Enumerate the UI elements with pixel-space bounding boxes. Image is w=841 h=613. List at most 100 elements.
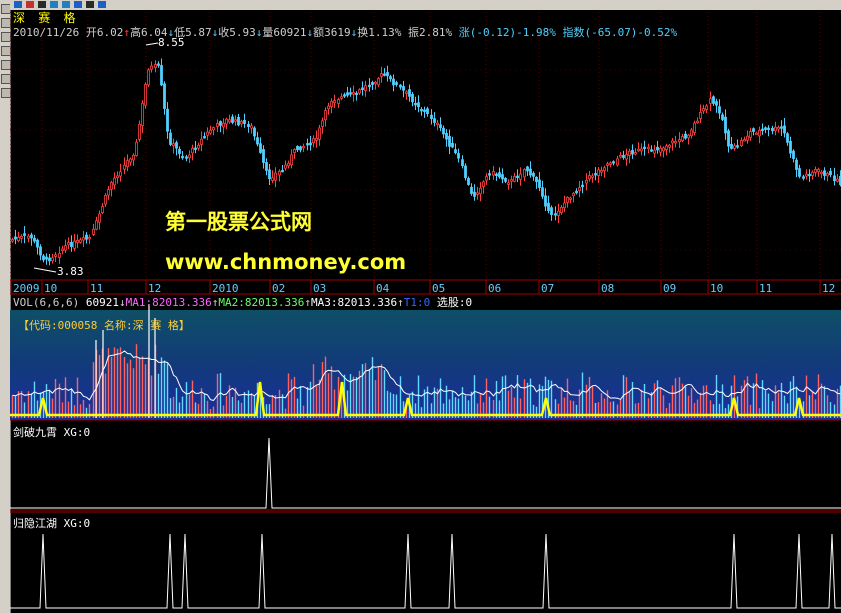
open-label: 开 (85, 26, 97, 39)
candle-body (721, 114, 724, 120)
low-value: 5.87 (185, 26, 212, 39)
candle-body (538, 179, 541, 188)
candle-body (206, 131, 209, 136)
candle-body (612, 161, 615, 164)
candle-body (337, 99, 340, 104)
candle-body (395, 82, 398, 85)
vol-label: 量 (262, 26, 274, 39)
candle-body (829, 170, 832, 176)
candle-body (185, 156, 188, 159)
candle-body (392, 78, 395, 86)
candle-body (178, 148, 181, 154)
candle-body (194, 147, 197, 150)
candle-body (216, 123, 219, 127)
candle-body (485, 176, 488, 181)
candle-body (572, 192, 575, 197)
stock-name: 深 赛 格 (13, 11, 79, 25)
toolbar-button-icon[interactable] (26, 1, 34, 8)
candle-body (656, 146, 659, 151)
candle-body (659, 147, 662, 153)
quote-date: 2010/11/26 (13, 26, 80, 39)
candle-body (417, 102, 420, 108)
x-axis-label: 11 (90, 282, 104, 295)
candle-body (116, 175, 119, 179)
candle-body (237, 117, 240, 126)
candle-body (104, 194, 107, 205)
candle-body (730, 143, 733, 149)
candle-body (92, 228, 95, 235)
candle-body (476, 192, 479, 195)
candle-body (163, 83, 166, 109)
candle-body (473, 191, 476, 197)
candle-body (250, 125, 253, 129)
candle-body (581, 184, 584, 188)
chart-area[interactable]: 深 赛 格 2010/11/26 开6.02↑高6.04↓低5.87↓收5.93… (10, 0, 841, 613)
candle-body (405, 91, 408, 94)
candle-body (749, 131, 752, 138)
candle-body (653, 149, 656, 154)
toolbar-button-icon[interactable] (50, 1, 58, 8)
candle-body (783, 125, 786, 134)
candle-body (123, 164, 126, 170)
candle-body (674, 141, 677, 144)
toolbar-button-icon[interactable] (98, 1, 106, 8)
candle-body (147, 69, 150, 86)
candle-body (516, 175, 519, 179)
candle-body (169, 132, 172, 145)
candle-body (368, 84, 371, 88)
toolbar-button-icon[interactable] (14, 1, 22, 8)
candle-body (361, 87, 364, 91)
candle-body (767, 127, 770, 131)
toolbar-button-icon[interactable] (62, 1, 70, 8)
candle-body (278, 170, 281, 176)
candle-body (222, 122, 225, 128)
toolbar-button-icon[interactable] (86, 1, 94, 8)
candle-body (482, 181, 485, 187)
candle-body (284, 164, 287, 169)
candle-body (27, 235, 30, 239)
candle-body (188, 154, 191, 159)
candle-body (640, 148, 643, 152)
candle-body (315, 137, 318, 141)
candle-body (715, 101, 718, 106)
candle-body (625, 154, 628, 160)
toolbar-button-icon[interactable] (74, 1, 82, 8)
code-name-line: 【代码:000058 名称:深 赛 格】 (18, 319, 190, 332)
candle-body (110, 182, 113, 190)
candle-body (718, 106, 721, 114)
candle-body (107, 189, 110, 196)
candle-body (526, 166, 529, 172)
candle-body (271, 177, 274, 181)
vol-indicator-name[interactable]: VOL(6,6,6) (13, 296, 79, 309)
candle-body (811, 171, 814, 176)
candle-body (634, 152, 637, 155)
candle-body (817, 168, 820, 172)
candle-body (681, 136, 684, 141)
watermark-url[interactable]: www.chnmoney.com (165, 250, 406, 274)
candle-body (461, 159, 464, 167)
toolbar-button-icon[interactable] (38, 1, 46, 8)
candle-body (501, 174, 504, 180)
panel1-indicator-label[interactable]: 剑破九霄 XG:0 (13, 426, 90, 439)
candle-body (166, 108, 169, 132)
candle-body (547, 202, 550, 211)
candle-body (191, 147, 194, 154)
candle-body (175, 142, 178, 149)
vertical-gridlines (10, 12, 821, 294)
candle-body (693, 122, 696, 133)
x-axis-label: 09 (663, 282, 677, 295)
candle-body (299, 146, 302, 151)
panel2-indicator-label[interactable]: 归隐江湖 XG:0 (13, 517, 90, 530)
candle-body (119, 171, 122, 177)
x-axis-label: 11 (759, 282, 773, 295)
candle-body (11, 239, 14, 242)
candle-body (628, 150, 631, 156)
candle-body (529, 168, 532, 176)
candle-body (219, 121, 222, 126)
vol-value: 60921 (273, 26, 307, 39)
candle-body (383, 73, 386, 76)
candle-body (101, 206, 104, 214)
candle-body (802, 176, 805, 179)
candle-body (144, 84, 147, 106)
candle-body (268, 169, 271, 180)
